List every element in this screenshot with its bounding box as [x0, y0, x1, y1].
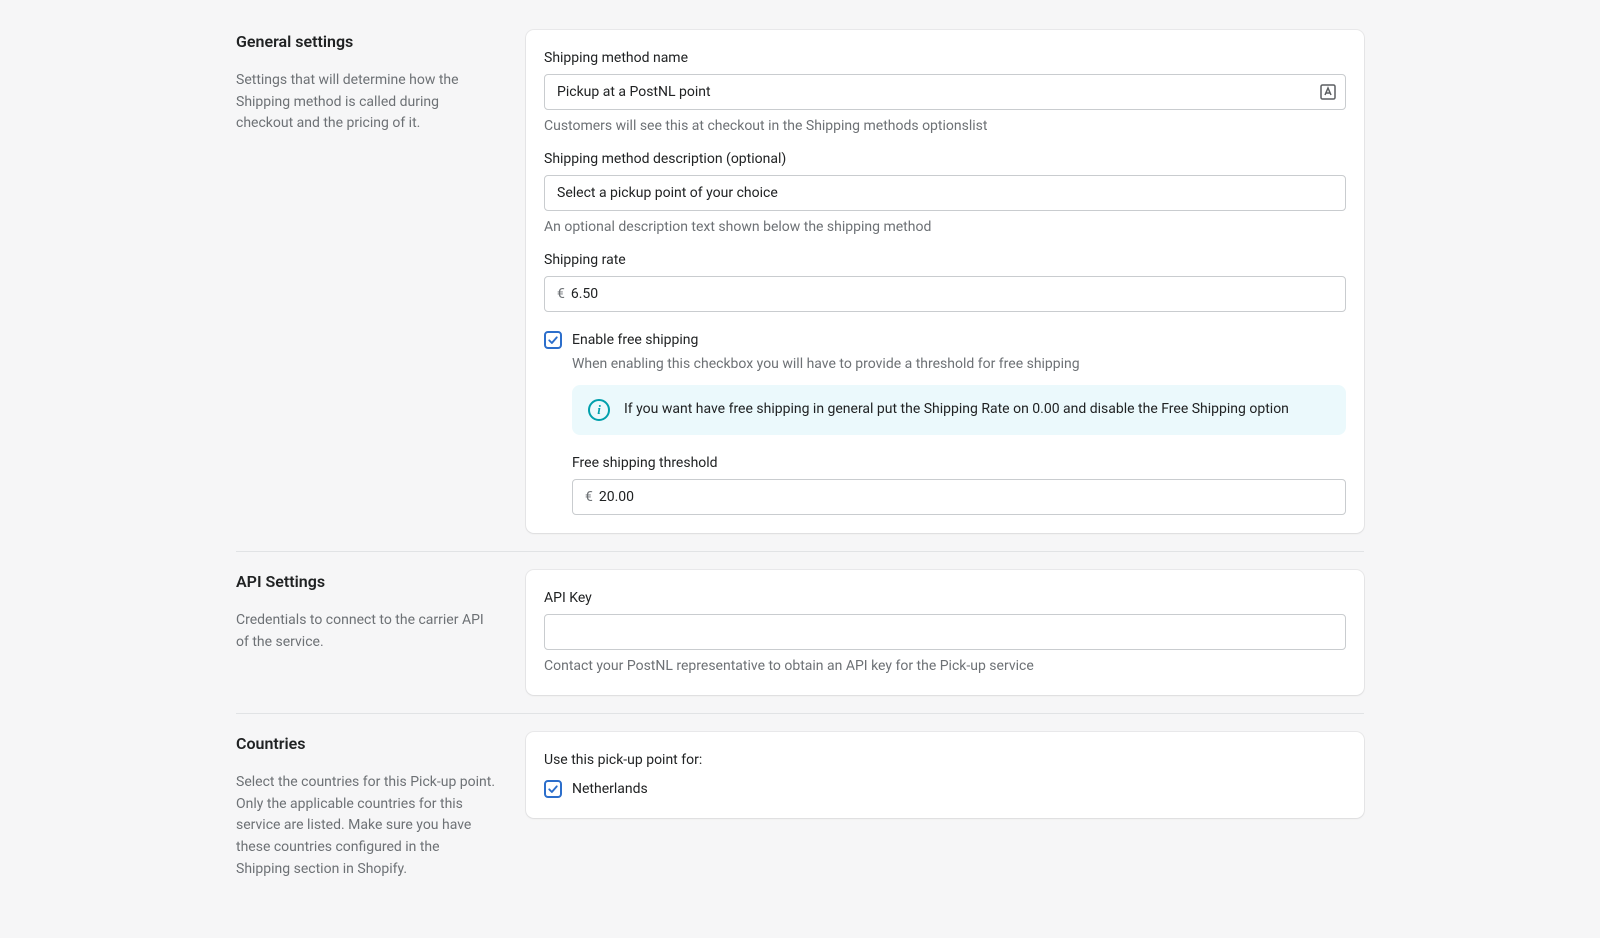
country-row: Netherlands [544, 779, 1346, 800]
label-rate: Shipping rate [544, 250, 1346, 271]
label-country-netherlands: Netherlands [572, 779, 648, 800]
field-threshold: Free shipping threshold € [572, 453, 1346, 515]
field-rate: Shipping rate € [544, 250, 1346, 312]
section-title-countries: Countries [236, 732, 496, 756]
input-method-name[interactable] [544, 74, 1346, 110]
field-method-name: Shipping method name Customers will see … [544, 48, 1346, 137]
check-icon [547, 783, 559, 795]
label-method-desc: Shipping method description (optional) [544, 149, 1346, 170]
label-free-shipping: Enable free shipping [572, 330, 698, 351]
checkbox-free-shipping[interactable] [544, 331, 562, 349]
label-method-name: Shipping method name [544, 48, 1346, 69]
section-api: API Settings Credentials to connect to t… [236, 551, 1364, 713]
help-free-shipping: When enabling this checkbox you will hav… [572, 354, 1346, 375]
input-method-desc[interactable] [544, 175, 1346, 211]
section-desc-general: Settings that will determine how the Shi… [236, 70, 496, 135]
section-desc-countries: Select the countries for this Pick-up po… [236, 772, 496, 880]
info-icon: i [588, 399, 610, 421]
help-method-desc: An optional description text shown below… [544, 217, 1346, 238]
card-api: API Key Contact your PostNL representati… [526, 570, 1364, 695]
section-general: General settings Settings that will dete… [236, 12, 1364, 551]
input-threshold[interactable] [593, 480, 1345, 514]
threshold-currency-prefix: € [573, 487, 593, 508]
info-text: If you want have free shipping in genera… [624, 399, 1289, 421]
section-header: General settings Settings that will dete… [236, 30, 526, 533]
label-use-for: Use this pick-up point for: [544, 750, 1346, 771]
card-general: Shipping method name Customers will see … [526, 30, 1364, 533]
checkbox-country-netherlands[interactable] [544, 780, 562, 798]
section-title-general: General settings [236, 30, 496, 54]
info-banner: i If you want have free shipping in gene… [572, 385, 1346, 435]
section-title-api: API Settings [236, 570, 496, 594]
field-method-desc: Shipping method description (optional) A… [544, 149, 1346, 238]
section-desc-api: Credentials to connect to the carrier AP… [236, 610, 496, 653]
input-rate-wrap[interactable]: € [544, 276, 1346, 312]
label-api-key: API Key [544, 588, 1346, 609]
input-api-key[interactable] [544, 614, 1346, 650]
section-header-api: API Settings Credentials to connect to t… [236, 570, 526, 695]
help-method-name: Customers will see this at checkout in t… [544, 116, 1346, 137]
rate-currency-prefix: € [545, 284, 565, 305]
help-api-key: Contact your PostNL representative to ob… [544, 656, 1346, 677]
field-free-shipping: Enable free shipping When enabling this … [544, 330, 1346, 515]
section-countries: Countries Select the countries for this … [236, 713, 1364, 898]
label-threshold: Free shipping threshold [572, 453, 1346, 474]
language-icon[interactable] [1318, 82, 1338, 102]
card-countries: Use this pick-up point for: Netherlands [526, 732, 1364, 818]
field-api-key: API Key Contact your PostNL representati… [544, 588, 1346, 677]
input-rate[interactable] [565, 277, 1345, 311]
input-threshold-wrap[interactable]: € [572, 479, 1346, 515]
section-header-countries: Countries Select the countries for this … [236, 732, 526, 880]
check-icon [547, 334, 559, 346]
